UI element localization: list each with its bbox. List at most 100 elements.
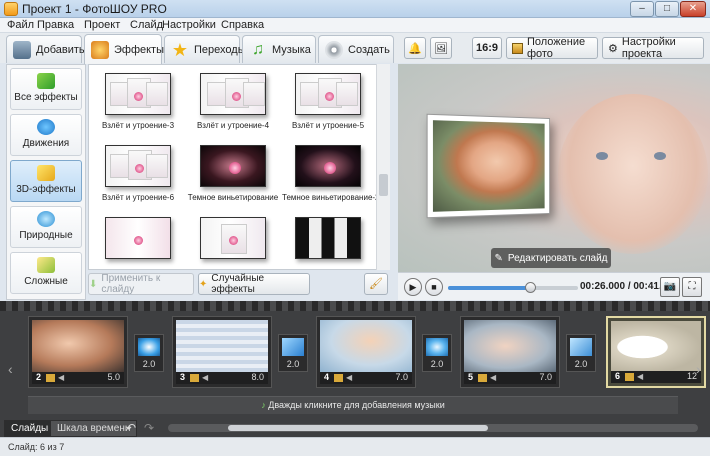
- category-motion[interactable]: Движения: [10, 114, 82, 156]
- slide-info-bar: 2 ◀ 5.0: [32, 372, 124, 384]
- progress-handle[interactable]: [524, 282, 536, 293]
- effect-item[interactable]: Темное виньетирование-2: [282, 145, 380, 202]
- random-effects-button[interactable]: ✦ Случайные эффекты: [198, 273, 310, 295]
- image-button[interactable]: 🖼: [430, 37, 452, 59]
- stop-button[interactable]: ■: [425, 278, 443, 296]
- speaker-icon[interactable]: ◀: [637, 372, 643, 381]
- project-settings-button[interactable]: ⚙ Настройки проекта: [602, 36, 704, 60]
- effect-item[interactable]: [187, 217, 279, 265]
- aspect-ratio-button[interactable]: 16:9: [472, 37, 502, 59]
- redo-icon[interactable]: ↷: [144, 421, 154, 435]
- menu-settings[interactable]: Настройки: [162, 19, 216, 31]
- speaker-icon[interactable]: ◀: [490, 373, 496, 382]
- menu-project[interactable]: Проект: [84, 19, 120, 31]
- effect-item[interactable]: Взлёт и утроение-3: [92, 73, 184, 130]
- tab-transitions[interactable]: ★ Переходы: [164, 35, 246, 63]
- maximize-button[interactable]: □: [655, 1, 679, 17]
- effect-item[interactable]: [92, 217, 184, 265]
- category-nature-label: Природные: [19, 230, 73, 241]
- edit-icon[interactable]: [46, 374, 55, 382]
- slide-image: [611, 321, 701, 373]
- tab-slides[interactable]: Слайды: [4, 420, 56, 437]
- category-all[interactable]: Все эффекты: [10, 68, 82, 110]
- edit-slide-label: Редактировать слайд: [507, 252, 608, 264]
- speaker-icon[interactable]: ◀: [58, 373, 64, 382]
- slide-thumbnail[interactable]: 2 ◀ 5.0: [28, 316, 128, 388]
- tab-timeline[interactable]: Шкала времени: [50, 420, 138, 437]
- category-3d-label: 3D-эффекты: [16, 184, 76, 195]
- camera-icon: 📷: [663, 281, 677, 292]
- transition-thumbnail[interactable]: 2.0: [566, 334, 596, 372]
- undo-icon[interactable]: ↶: [126, 421, 136, 435]
- effect-item[interactable]: Взлёт и утроение-4: [187, 73, 279, 130]
- slide-thumbnail[interactable]: 5 ◀ 7.0: [460, 316, 560, 388]
- slide-image: [176, 320, 268, 372]
- category-nature[interactable]: Природные: [10, 206, 82, 248]
- playback-progress[interactable]: [448, 282, 578, 293]
- effect-thumbnail: [295, 73, 361, 115]
- transition-thumbnail[interactable]: 2.0: [422, 334, 452, 372]
- effects-grid: Взлёт и утроение-3 Взлёт и утроение-4 Вз…: [88, 64, 390, 270]
- scroll-right-arrow[interactable]: ›: [696, 361, 701, 377]
- photo-position-label: Положение фото: [526, 36, 586, 60]
- random-effects-label: Случайные эффекты: [211, 273, 265, 295]
- speaker-icon[interactable]: ◀: [346, 373, 352, 382]
- player-controls: ▶ ■ 00:26.000 / 00:41.000 📷 ⛶: [398, 272, 710, 300]
- fullscreen-button[interactable]: ⛶: [682, 277, 702, 297]
- slide-image: [32, 320, 124, 372]
- music-hint: Дважды кликните для добавления музыки: [268, 400, 445, 410]
- play-button[interactable]: ▶: [404, 278, 422, 296]
- slide-image: [464, 320, 556, 372]
- slide-thumbnail-selected[interactable]: 6 ◀ 12: [606, 316, 706, 388]
- scroll-left-arrow[interactable]: ‹: [8, 361, 13, 377]
- effects-scrollbar-thumb[interactable]: [379, 174, 388, 196]
- snapshot-button[interactable]: 📷: [660, 277, 680, 297]
- edit-icon[interactable]: [478, 374, 487, 382]
- project-settings-label: Настройки проекта: [621, 36, 676, 60]
- menu-edit[interactable]: Правка: [37, 19, 74, 31]
- clear-effect-button[interactable]: 🖌: [364, 273, 388, 295]
- effect-item[interactable]: Темное виньетирование: [187, 145, 279, 202]
- transition-thumbnail[interactable]: 2.0: [134, 334, 164, 372]
- transition-thumbnail[interactable]: 2.0: [278, 334, 308, 372]
- slide-thumbnail[interactable]: 4 ◀ 7.0: [316, 316, 416, 388]
- menu-slide[interactable]: Слайд: [130, 19, 163, 31]
- effect-item[interactable]: Взлёт и утроение-6: [92, 145, 184, 202]
- effect-label: Взлёт и утроение-4: [196, 121, 270, 130]
- tab-create[interactable]: Создать: [318, 35, 394, 63]
- music-track[interactable]: ♪ Дважды кликните для добавления музыки: [28, 396, 678, 414]
- minimize-button[interactable]: –: [630, 1, 654, 17]
- category-complex[interactable]: Сложные: [10, 252, 82, 294]
- transition-duration: 2.0: [430, 359, 444, 369]
- effect-item[interactable]: [282, 217, 374, 265]
- tab-music-label: Музыка: [272, 43, 311, 56]
- bell-button[interactable]: 🔔: [404, 37, 426, 59]
- timeline-scrollbar-thumb[interactable]: [228, 425, 488, 431]
- menu-help[interactable]: Справка: [221, 19, 264, 31]
- preview-photo-frame[interactable]: [426, 113, 551, 219]
- edit-slide-button[interactable]: ✎ Редактировать слайд: [491, 248, 611, 268]
- edit-icon[interactable]: [334, 374, 343, 382]
- slide-thumbnail[interactable]: 3 ◀ 8.0: [172, 316, 272, 388]
- tab-music[interactable]: ♫ Музыка: [242, 35, 316, 63]
- close-button[interactable]: ✕: [680, 1, 706, 17]
- edit-icon[interactable]: [190, 374, 199, 382]
- category-3d[interactable]: 3D-эффекты: [10, 160, 82, 202]
- effect-item[interactable]: Взлёт и утроение-5: [282, 73, 374, 130]
- effects-scrollbar[interactable]: [376, 64, 390, 270]
- effect-label: Взлёт и утроение-3: [101, 121, 175, 130]
- speaker-icon[interactable]: ◀: [202, 373, 208, 382]
- status-bar: Слайд: 6 из 7: [0, 437, 710, 456]
- photo-position-button[interactable]: Положение фото: [506, 36, 598, 60]
- apply-to-slide-button[interactable]: ⬇ Применить к слайду: [88, 273, 194, 295]
- tab-effects[interactable]: Эффекты: [84, 34, 164, 64]
- menu-file[interactable]: Файл: [7, 19, 34, 31]
- tab-add[interactable]: Добавить: [6, 35, 85, 63]
- effect-thumbnail: [200, 217, 266, 259]
- pencil-icon: ✎: [494, 252, 503, 264]
- edit-icon[interactable]: [625, 373, 634, 381]
- magic-wand-icon: ✦: [199, 278, 208, 290]
- window-title: Проект 1 - ФотоШОУ PRO: [22, 2, 167, 16]
- timeline-scrollbar[interactable]: [168, 424, 698, 432]
- tab-create-label: Создать: [348, 43, 390, 56]
